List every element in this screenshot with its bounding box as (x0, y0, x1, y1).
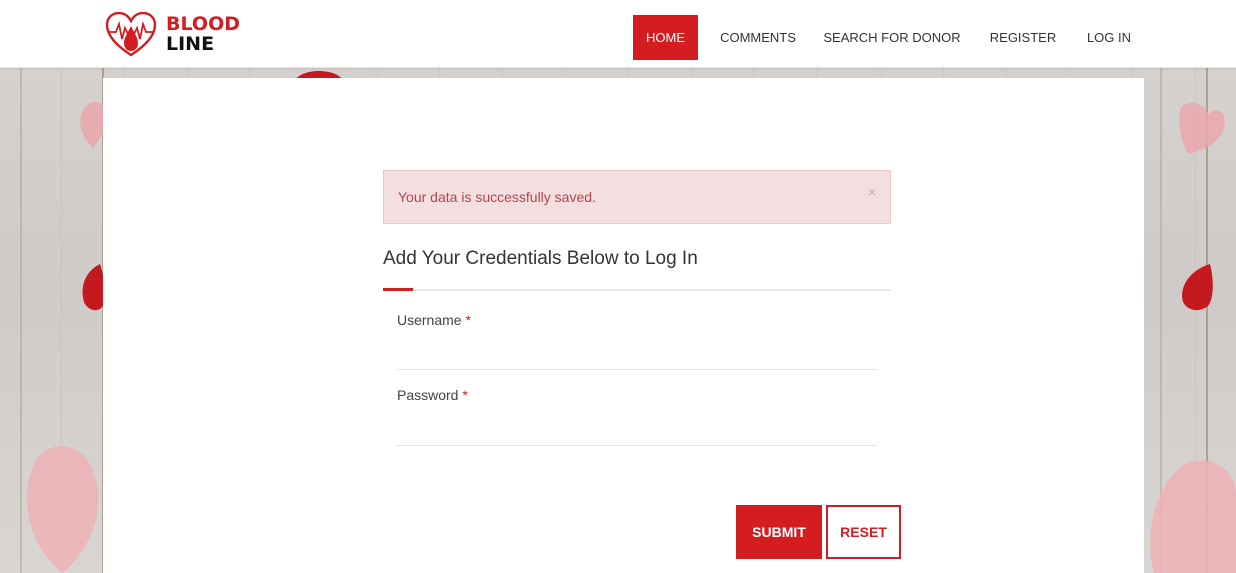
title-accent-bar (383, 288, 413, 291)
password-label-text: Password (397, 387, 459, 403)
required-mark: * (465, 312, 471, 328)
nav-item-comments[interactable]: COMMENTS (712, 15, 804, 60)
username-input[interactable] (397, 342, 877, 370)
nav-item-register[interactable]: REGISTER (982, 15, 1064, 60)
required-mark: * (462, 387, 468, 403)
brand-logo[interactable]: BLOOD LINE (106, 12, 266, 58)
alert-message: Your data is successfully saved. (398, 189, 596, 205)
nav-item-log-in[interactable]: LOG IN (1080, 15, 1138, 60)
heart-decoration-icon (1150, 460, 1236, 573)
close-icon[interactable]: × (868, 185, 876, 199)
password-input[interactable] (397, 418, 877, 446)
submit-button[interactable]: SUBMIT (736, 505, 822, 559)
login-card: Your data is successfully saved. × Add Y… (103, 78, 1144, 573)
password-label: Password * (397, 387, 468, 403)
heart-decoration-icon (1182, 264, 1213, 311)
reset-button[interactable]: RESET (826, 505, 901, 559)
brand-line-1: BLOOD (166, 13, 240, 35)
success-alert: Your data is successfully saved. × (383, 170, 891, 224)
title-divider (383, 289, 891, 291)
brand-line-2: LINE (166, 33, 215, 55)
brand-wordmark: BLOOD LINE (166, 14, 240, 54)
blood-heart-logo-icon (106, 12, 156, 57)
nav-item-search-for-donor[interactable]: SEARCH FOR DONOR (820, 15, 964, 60)
username-label: Username * (397, 312, 471, 328)
username-label-text: Username (397, 312, 462, 328)
heart-decoration-icon (1179, 103, 1225, 154)
form-title: Add Your Credentials Below to Log In (383, 248, 698, 269)
nav-item-home[interactable]: HOME (633, 15, 698, 60)
site-header: BLOOD LINE HOME COMMENTS SEARCH FOR DONO… (0, 0, 1236, 68)
heart-decoration-icon (27, 446, 99, 573)
